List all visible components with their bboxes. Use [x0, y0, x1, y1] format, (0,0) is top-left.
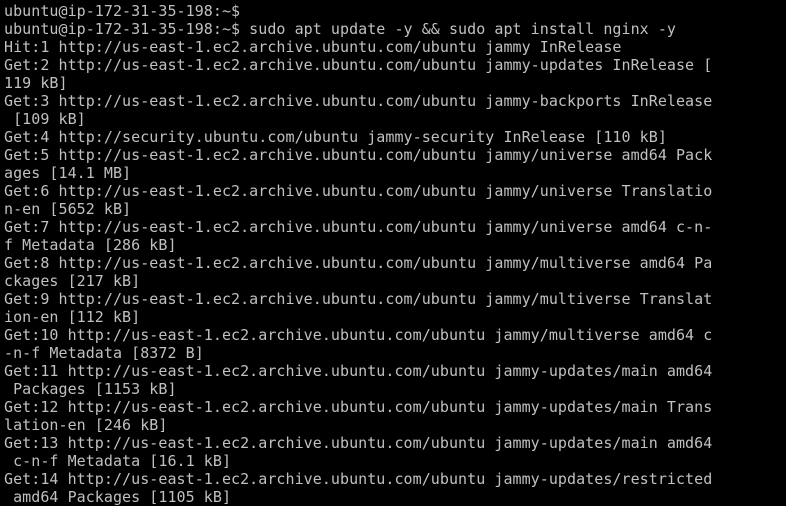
terminal-line: Get:4 http://security.ubuntu.com/ubuntu …: [4, 128, 667, 146]
terminal-line: Get:9 http://us-east-1.ec2.archive.ubunt…: [4, 290, 713, 308]
terminal-line: Get:14 http://us-east-1.ec2.archive.ubun…: [4, 470, 713, 488]
terminal-line: Get:8 http://us-east-1.ec2.archive.ubunt…: [4, 254, 713, 272]
terminal-line: Hit:1 http://us-east-1.ec2.archive.ubunt…: [4, 38, 622, 56]
terminal-line: ion-en [112 kB]: [4, 308, 141, 326]
terminal-line: Get:12 http://us-east-1.ec2.archive.ubun…: [4, 398, 713, 416]
terminal-line: ckages [217 kB]: [4, 272, 141, 290]
terminal-line: ubuntu@ip-172-31-35-198:~$ sudo apt upda…: [4, 20, 676, 38]
terminal-line: Get:11 http://us-east-1.ec2.archive.ubun…: [4, 362, 713, 380]
terminal-line: -n-f Metadata [8372 B]: [4, 344, 204, 362]
terminal-window[interactable]: ubuntu@ip-172-31-35-198:~$ ubuntu@ip-172…: [0, 0, 786, 506]
terminal-line: ubuntu@ip-172-31-35-198:~$: [4, 2, 241, 20]
terminal-line: c-n-f Metadata [16.1 kB]: [4, 452, 232, 470]
terminal-line: Get:6 http://us-east-1.ec2.archive.ubunt…: [4, 182, 713, 200]
terminal-line: lation-en [246 kB]: [4, 416, 168, 434]
terminal-line: n-en [5652 kB]: [4, 200, 132, 218]
terminal-line: [109 kB]: [4, 110, 86, 128]
terminal-line: Get:5 http://us-east-1.ec2.archive.ubunt…: [4, 146, 713, 164]
terminal-line: Get:2 http://us-east-1.ec2.archive.ubunt…: [4, 56, 713, 74]
terminal-line: ages [14.1 MB]: [4, 164, 132, 182]
terminal-line: 119 kB]: [4, 74, 68, 92]
terminal-line: Get:7 http://us-east-1.ec2.archive.ubunt…: [4, 218, 713, 236]
terminal-line: f Metadata [286 kB]: [4, 236, 177, 254]
terminal-line: amd64 Packages [1105 kB]: [4, 488, 232, 506]
terminal-line: Get:13 http://us-east-1.ec2.archive.ubun…: [4, 434, 713, 452]
terminal-line: Get:3 http://us-east-1.ec2.archive.ubunt…: [4, 92, 713, 110]
terminal-line: Get:10 http://us-east-1.ec2.archive.ubun…: [4, 326, 713, 344]
terminal-line: Packages [1153 kB]: [4, 380, 177, 398]
